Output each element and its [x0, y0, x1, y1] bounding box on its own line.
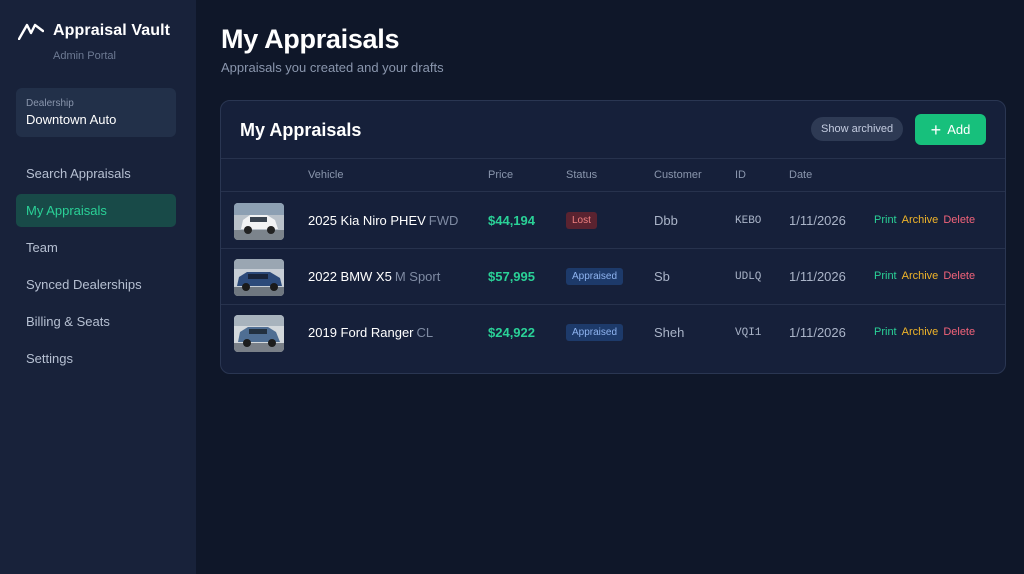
dealership-name: Downtown Auto — [26, 112, 117, 127]
appraisal-id: VQI1 — [735, 327, 762, 339]
archive-link[interactable]: Archive — [902, 214, 939, 226]
delete-link[interactable]: Delete — [943, 326, 975, 338]
appraisal-id: KEBO — [735, 215, 762, 227]
row-actions: Print Archive Delete — [874, 270, 980, 282]
sidebar-nav: Search Appraisals My Appraisals Team Syn… — [16, 157, 176, 379]
table-header: Vehicle Price Status Customer ID Date — [221, 158, 1005, 192]
vehicle-trim: CL — [416, 325, 434, 340]
sidebar-item-team[interactable]: Team — [16, 231, 176, 264]
customer: Sheh — [654, 325, 685, 340]
table-row[interactable]: 2019 Ford Ranger CL $24,922 Appraised She… — [221, 305, 1005, 361]
sidebar-item-search-appraisals[interactable]: Search Appraisals — [16, 157, 176, 190]
status-badge: Appraised — [566, 268, 624, 285]
vehicle-name: 2019 Ford Ranger CL — [308, 325, 433, 340]
add-appraisal-button[interactable]: + Add — [915, 114, 986, 145]
brand-title: Appraisal Vault — [53, 22, 171, 39]
print-link[interactable]: Print — [874, 214, 897, 226]
status-badge: Appraised — [566, 324, 624, 341]
sidebar: Appraisal Vault Admin Portal Dealership … — [0, 0, 196, 574]
sidebar-item-synced-dealerships[interactable]: Synced Dealerships — [16, 268, 176, 301]
column-header-id[interactable]: ID — [735, 169, 746, 181]
brand[interactable]: Appraisal Vault — [18, 22, 170, 40]
status-badge: Lost — [566, 212, 597, 229]
plus-icon: + — [930, 119, 942, 140]
date: 1/11/2026 — [789, 213, 846, 228]
vehicle-model: 2022 BMW X5 — [308, 269, 392, 284]
brand-subtitle: Admin Portal — [53, 50, 116, 62]
sidebar-item-my-appraisals[interactable]: My Appraisals — [16, 194, 176, 227]
row-actions: Print Archive Delete — [874, 326, 980, 338]
date: 1/11/2026 — [789, 325, 846, 340]
vehicle-model: 2025 Kia Niro PHEV — [308, 213, 426, 228]
row-actions: Print Archive Delete — [874, 214, 980, 226]
print-link[interactable]: Print — [874, 270, 897, 282]
sidebar-item-billing-seats[interactable]: Billing & Seats — [16, 305, 176, 338]
date: 1/11/2026 — [789, 269, 846, 284]
customer: Sb — [654, 269, 670, 284]
column-header-vehicle[interactable]: Vehicle — [308, 169, 343, 181]
column-header-date[interactable]: Date — [789, 169, 812, 181]
vehicle-photo-blue-suv[interactable] — [234, 259, 284, 296]
appraisal-id: UDLQ — [735, 271, 762, 283]
table-row[interactable]: 2022 BMW X5 M Sport $57,995 Appraised Sb … — [221, 249, 1005, 305]
column-header-customer[interactable]: Customer — [654, 169, 702, 181]
appraisals-panel: My Appraisals Show archived + Add Vehicl… — [220, 100, 1006, 374]
vehicle-trim: M Sport — [394, 269, 441, 284]
price: $24,922 — [488, 325, 535, 340]
column-header-price[interactable]: Price — [488, 169, 513, 181]
price: $57,995 — [488, 269, 535, 284]
customer: Dbb — [654, 213, 678, 228]
archive-link[interactable]: Archive — [902, 326, 939, 338]
panel-title: My Appraisals — [240, 120, 362, 140]
delete-link[interactable]: Delete — [943, 214, 975, 226]
column-header-status[interactable]: Status — [566, 169, 597, 181]
delete-link[interactable]: Delete — [943, 270, 975, 282]
print-link[interactable]: Print — [874, 326, 897, 338]
page-title: My Appraisals — [221, 24, 400, 54]
vehicle-name: 2022 BMW X5 M Sport — [308, 269, 440, 284]
price: $44,194 — [488, 213, 535, 228]
page-subtitle: Appraisals you created and your drafts — [221, 60, 444, 75]
show-archived-button[interactable]: Show archived — [811, 117, 904, 141]
table-row[interactable]: 2025 Kia Niro PHEV FWD $44,194 Lost Dbb K… — [221, 193, 1005, 249]
sidebar-item-settings[interactable]: Settings — [16, 342, 176, 375]
vehicle-name: 2025 Kia Niro PHEV FWD — [308, 213, 458, 228]
add-button-label: Add — [947, 122, 971, 137]
brand-logo-icon — [18, 22, 44, 40]
vehicle-trim: FWD — [428, 213, 459, 228]
dealership-selector[interactable]: Dealership Downtown Auto — [16, 88, 176, 137]
vehicle-model: 2019 Ford Ranger — [308, 325, 414, 340]
vehicle-photo-white-suv[interactable] — [234, 203, 284, 240]
vehicle-photo-blue-pickup[interactable] — [234, 315, 284, 352]
dealership-label: Dealership — [26, 98, 74, 109]
archive-link[interactable]: Archive — [902, 270, 939, 282]
